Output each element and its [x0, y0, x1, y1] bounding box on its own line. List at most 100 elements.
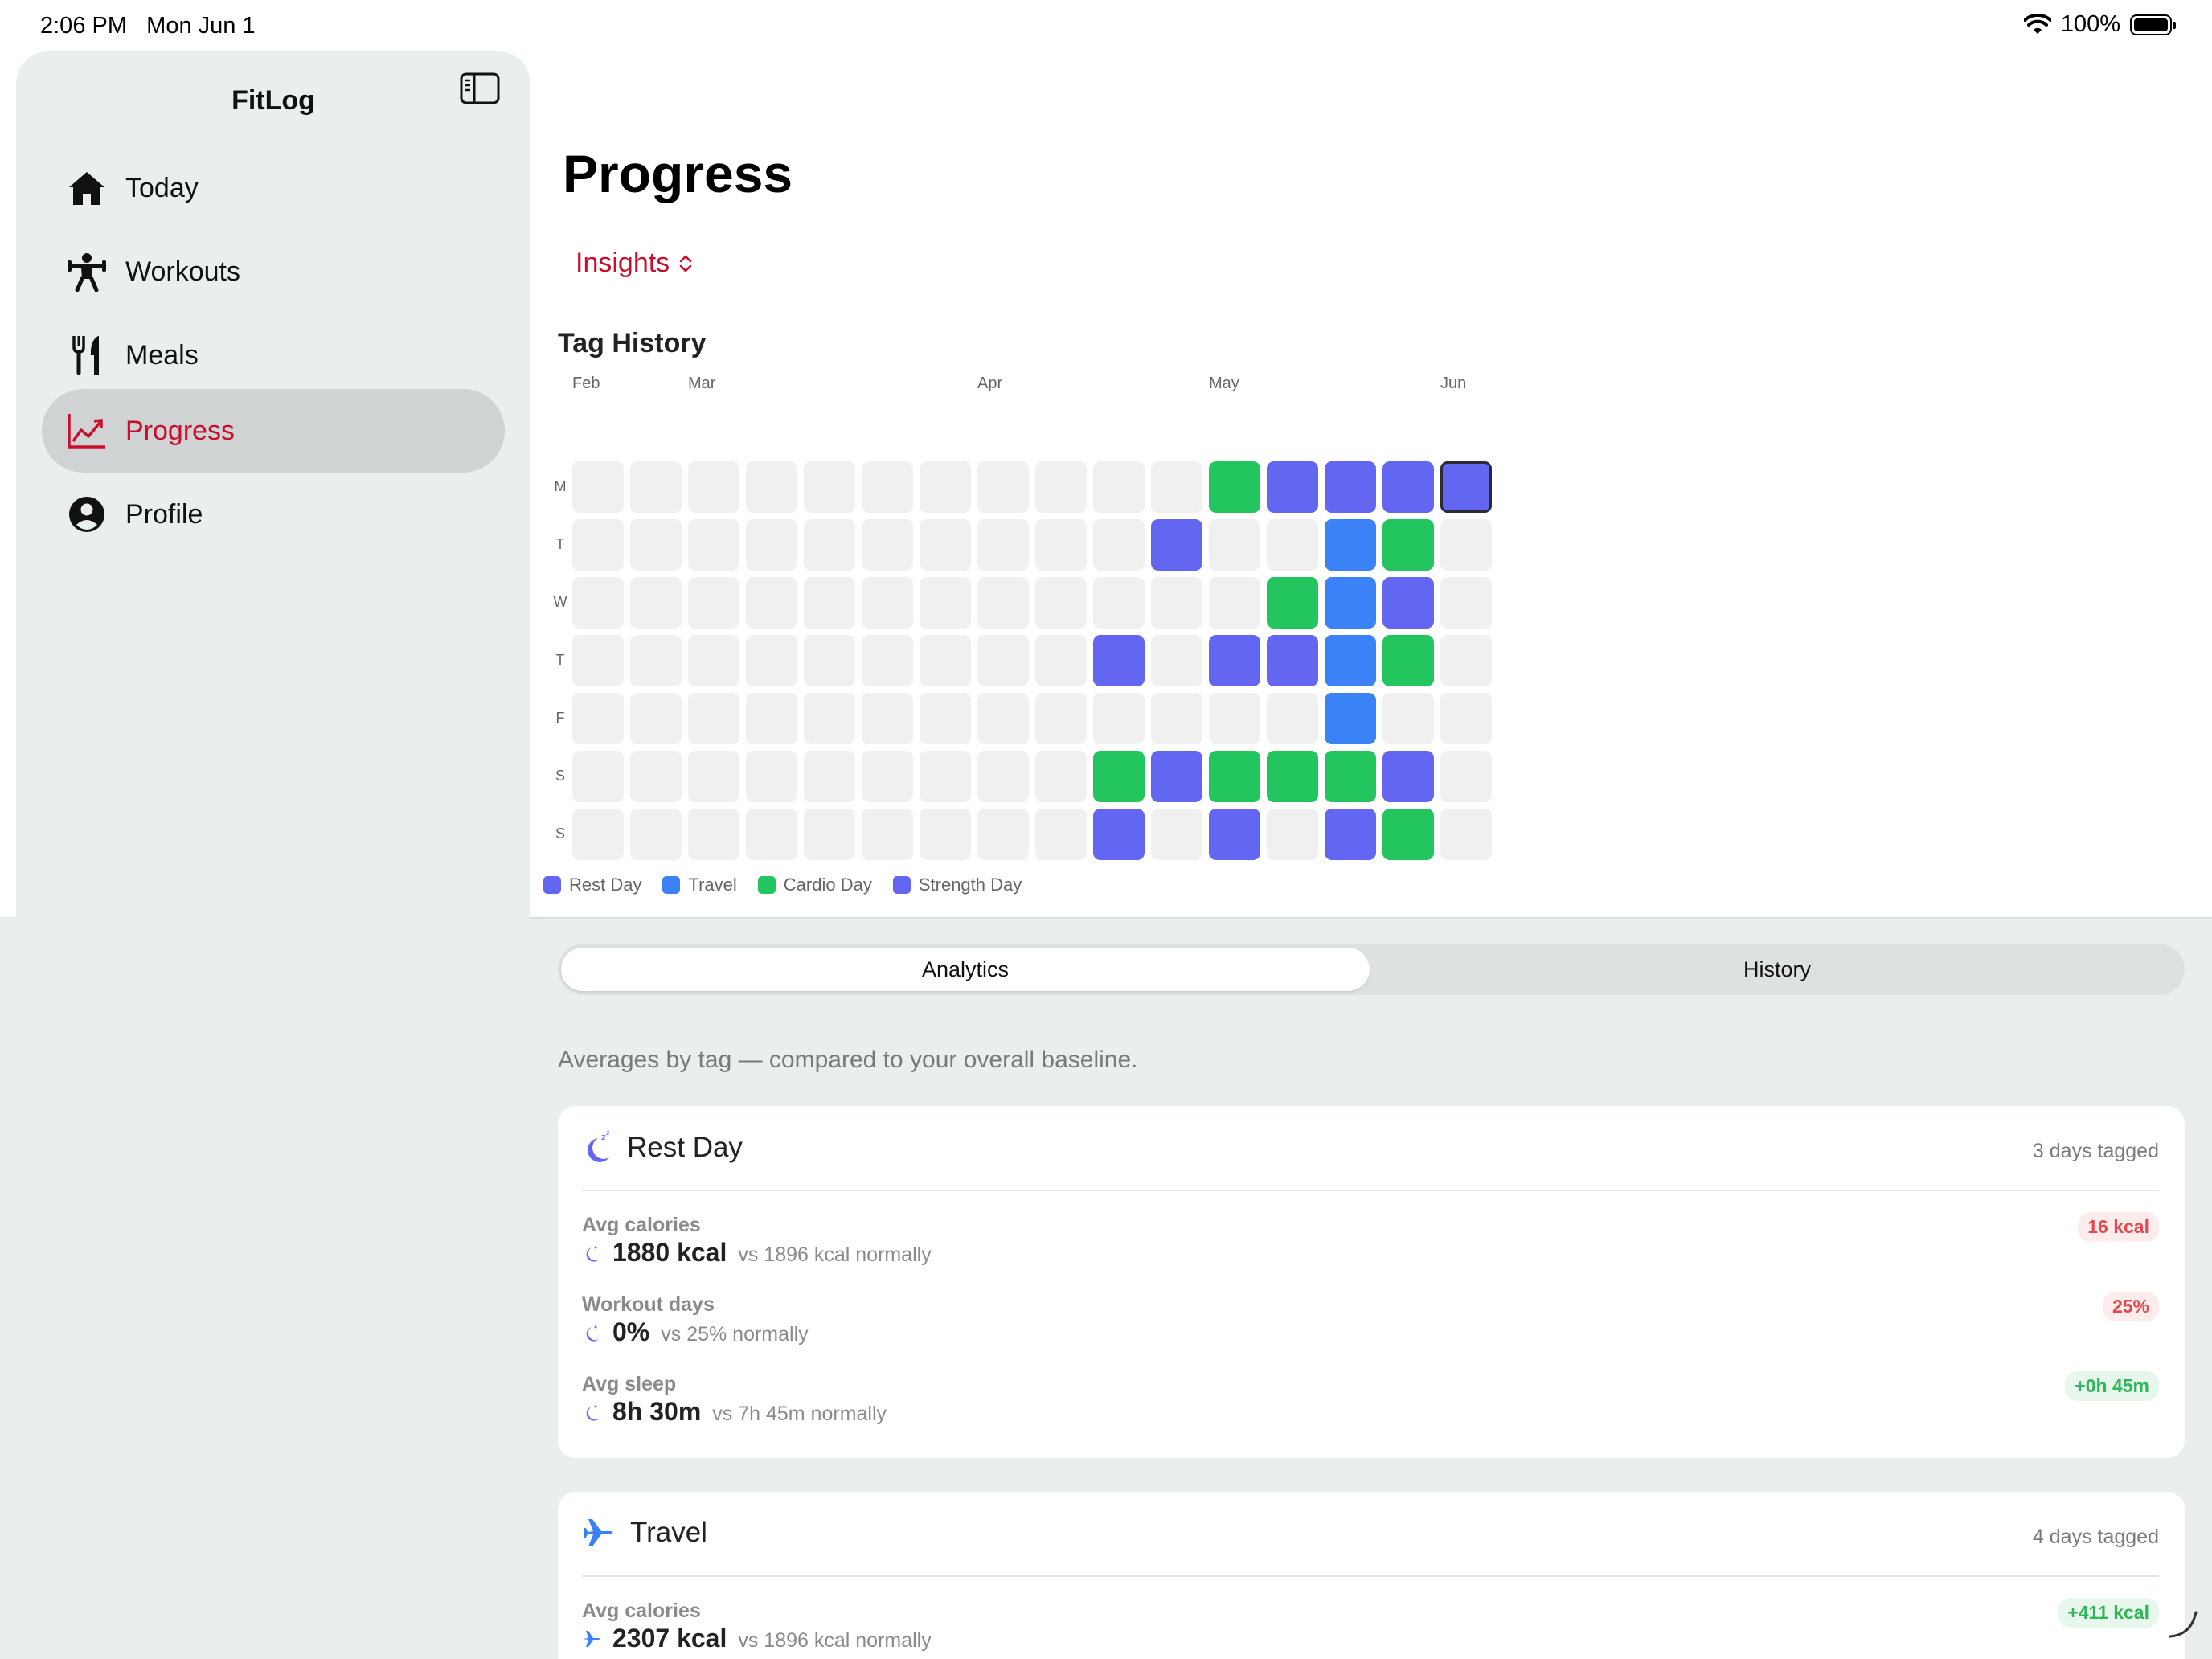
heatmap-cell-empty[interactable] [920, 461, 971, 513]
heatmap-cell-empty[interactable] [630, 519, 682, 571]
heatmap-cell-empty[interactable] [1035, 809, 1087, 860]
sidebar-toggle-icon[interactable] [460, 72, 500, 104]
heatmap-cell-empty[interactable] [1035, 635, 1087, 686]
heatmap-cell-empty[interactable] [804, 519, 855, 571]
heatmap-cell-empty[interactable] [630, 577, 682, 629]
heatmap-cell-empty[interactable] [1035, 461, 1087, 513]
sidebar-item-today[interactable]: Today [42, 146, 505, 230]
heatmap-cell-empty[interactable] [630, 751, 682, 802]
heatmap-cell-empty[interactable] [1151, 635, 1202, 686]
heatmap-cell-empty[interactable] [977, 809, 1029, 860]
heatmap-cell-cardio[interactable] [1382, 809, 1434, 860]
heatmap-cell-empty[interactable] [572, 751, 624, 802]
heatmap-cell-strength[interactable] [1382, 577, 1434, 629]
heatmap-cell-empty[interactable] [1209, 577, 1260, 629]
heatmap-cell-cardio[interactable] [1209, 751, 1260, 802]
heatmap-cell-empty[interactable] [1267, 693, 1318, 744]
heatmap-cell-empty[interactable] [920, 751, 971, 802]
heatmap-cell-cardio[interactable] [1267, 577, 1318, 629]
sidebar-item-progress[interactable]: Progress [42, 389, 505, 473]
heatmap-cell-strength[interactable] [1440, 461, 1492, 513]
heatmap-cell-empty[interactable] [920, 577, 971, 629]
heatmap-cell-empty[interactable] [1093, 461, 1145, 513]
heatmap-cell-empty[interactable] [862, 461, 913, 513]
heatmap-cell-empty[interactable] [977, 461, 1029, 513]
heatmap-cell-empty[interactable] [630, 693, 682, 744]
heatmap-cell-empty[interactable] [1035, 751, 1087, 802]
heatmap-cell-cardio[interactable] [1209, 461, 1260, 513]
heatmap-cell-strength[interactable] [1209, 635, 1260, 686]
sidebar-item-workouts[interactable]: Workouts [42, 230, 505, 313]
heatmap-cell-empty[interactable] [746, 751, 797, 802]
heatmap-cell-empty[interactable] [572, 461, 624, 513]
heatmap-cell-empty[interactable] [804, 577, 855, 629]
heatmap-cell-empty[interactable] [977, 577, 1029, 629]
heatmap-cell-empty[interactable] [1382, 693, 1434, 744]
heatmap-cell-strength[interactable] [1151, 751, 1202, 802]
heatmap-cell-empty[interactable] [977, 693, 1029, 744]
heatmap-cell-cardio[interactable] [1093, 751, 1145, 802]
heatmap-cell-strength[interactable] [1267, 635, 1318, 686]
heatmap-cell-travel[interactable] [1325, 635, 1376, 686]
sidebar-item-meals[interactable]: Meals [42, 313, 505, 397]
heatmap-cell-empty[interactable] [1035, 577, 1087, 629]
tab-history[interactable]: History [1373, 948, 2181, 991]
heatmap-cell-empty[interactable] [572, 519, 624, 571]
heatmap-cell-empty[interactable] [1151, 577, 1202, 629]
heatmap-cell-empty[interactable] [1209, 693, 1260, 744]
heatmap-cell-empty[interactable] [1267, 809, 1318, 860]
heatmap-cell-empty[interactable] [1440, 809, 1492, 860]
heatmap-cell-empty[interactable] [572, 577, 624, 629]
tab-analytics[interactable]: Analytics [561, 948, 1370, 991]
heatmap-cell-empty[interactable] [746, 635, 797, 686]
heatmap-cell-strength[interactable] [1325, 461, 1376, 513]
heatmap-cell-empty[interactable] [688, 519, 739, 571]
heatmap-cell-empty[interactable] [804, 461, 855, 513]
heatmap-cell-travel[interactable] [1325, 519, 1376, 571]
heatmap-cell-travel[interactable] [1325, 577, 1376, 629]
heatmap-cell-empty[interactable] [1093, 519, 1145, 571]
heatmap-cell-cardio[interactable] [1325, 751, 1376, 802]
heatmap-cell-empty[interactable] [804, 751, 855, 802]
heatmap-cell-strength[interactable] [1382, 461, 1434, 513]
heatmap-cell-empty[interactable] [572, 693, 624, 744]
heatmap-cell-empty[interactable] [862, 809, 913, 860]
heatmap-cell-empty[interactable] [746, 519, 797, 571]
heatmap-cell-empty[interactable] [920, 809, 971, 860]
heatmap-cell-empty[interactable] [688, 809, 739, 860]
heatmap-cell-empty[interactable] [688, 635, 739, 686]
heatmap-cell-empty[interactable] [1440, 519, 1492, 571]
heatmap-cell-empty[interactable] [1440, 577, 1492, 629]
heatmap-cell-strength[interactable] [1325, 809, 1376, 860]
heatmap-cell-strength[interactable] [1382, 751, 1434, 802]
insights-picker[interactable]: Insights [576, 248, 694, 279]
heatmap-cell-empty[interactable] [1035, 519, 1087, 571]
heatmap-cell-empty[interactable] [920, 635, 971, 686]
heatmap-cell-empty[interactable] [862, 519, 913, 571]
heatmap-cell-empty[interactable] [1093, 693, 1145, 744]
heatmap-cell-empty[interactable] [977, 751, 1029, 802]
heatmap-cell-empty[interactable] [977, 519, 1029, 571]
heatmap-cell-empty[interactable] [1035, 693, 1087, 744]
heatmap-cell-empty[interactable] [630, 809, 682, 860]
heatmap-cell-empty[interactable] [746, 577, 797, 629]
heatmap-cell-empty[interactable] [920, 519, 971, 571]
tag-card-rest-day[interactable]: z z Rest Day 3 days tagged Avg calories … [558, 1106, 2185, 1458]
heatmap-cell-strength[interactable] [1151, 519, 1202, 571]
heatmap-cell-empty[interactable] [1151, 693, 1202, 744]
heatmap-cell-empty[interactable] [1440, 693, 1492, 744]
heatmap-cell-empty[interactable] [1151, 809, 1202, 860]
heatmap-cell-empty[interactable] [1093, 577, 1145, 629]
heatmap-cell-empty[interactable] [688, 461, 739, 513]
heatmap-cell-empty[interactable] [572, 635, 624, 686]
heatmap-cell-empty[interactable] [804, 693, 855, 744]
heatmap-cell-travel[interactable] [1325, 693, 1376, 744]
heatmap-cell-empty[interactable] [862, 635, 913, 686]
heatmap-cell-empty[interactable] [572, 809, 624, 860]
heatmap-cell-empty[interactable] [920, 693, 971, 744]
heatmap-cell-empty[interactable] [688, 693, 739, 744]
heatmap-cell-empty[interactable] [977, 635, 1029, 686]
heatmap-cell-cardio[interactable] [1382, 635, 1434, 686]
heatmap-cell-empty[interactable] [804, 635, 855, 686]
heatmap-cell-empty[interactable] [746, 809, 797, 860]
